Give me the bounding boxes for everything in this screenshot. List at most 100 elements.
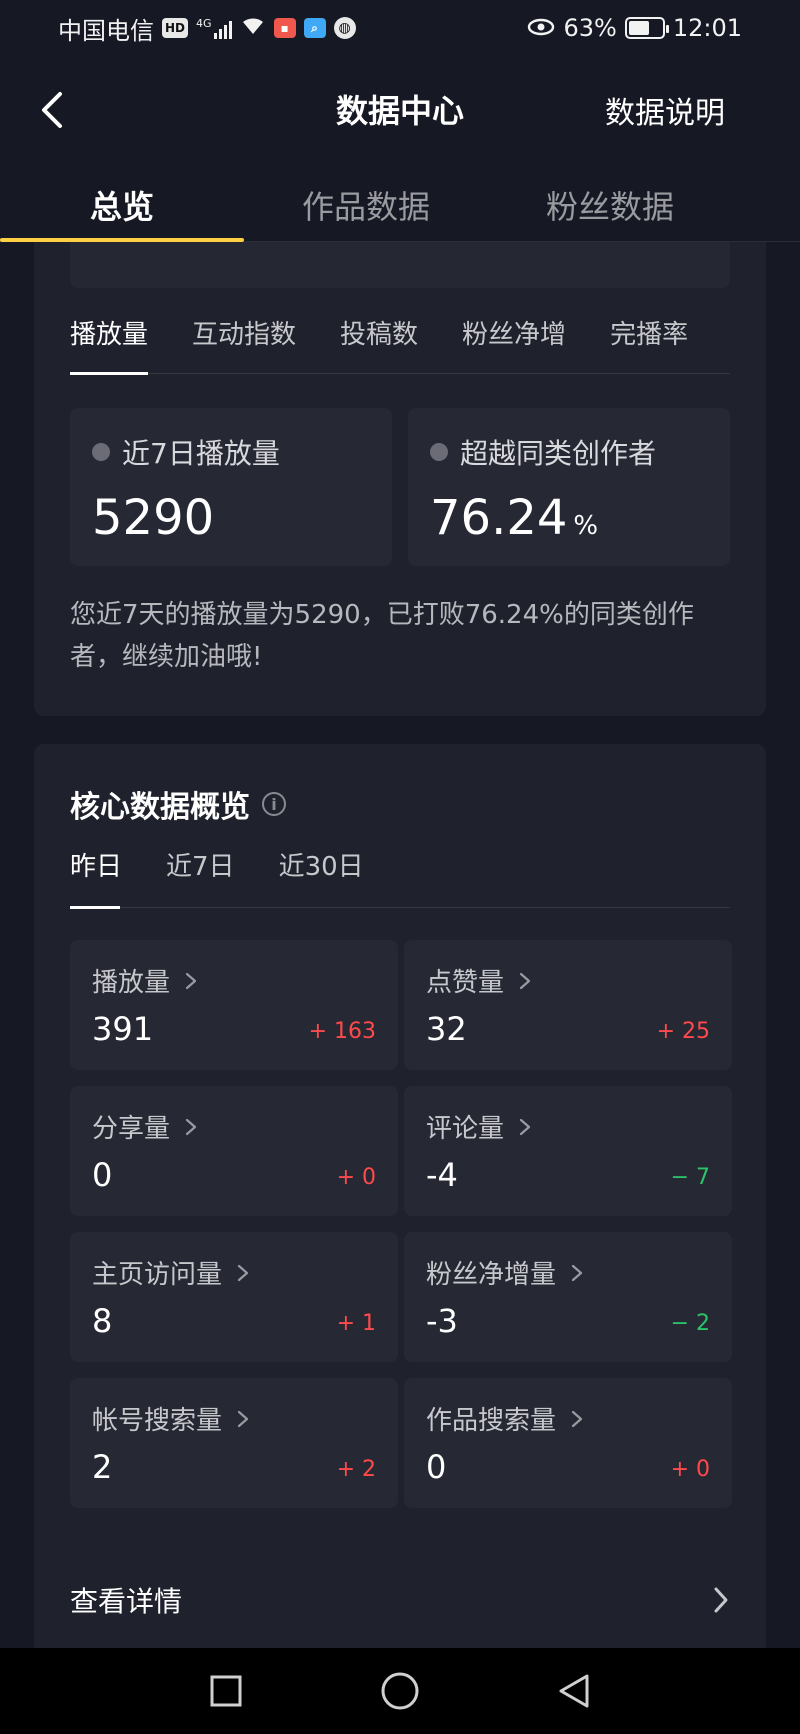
metric-value: 0	[92, 1156, 113, 1194]
core-title-row: 核心数据概览 i	[70, 782, 286, 826]
ball-app-icon: ◍	[333, 17, 356, 39]
metric-value: 32	[426, 1010, 467, 1048]
recents-button[interactable]	[204, 1669, 248, 1713]
summary-text: 您近7天的播放量为5290，已打败76.24%的同类创作者，继续加油哦!	[70, 600, 694, 672]
dot-icon	[430, 443, 448, 461]
chevron-right-icon	[714, 1587, 728, 1613]
metric-cell-label-row: 评论量	[426, 1108, 710, 1145]
period-tab-yesterday[interactable]: 昨日	[70, 846, 122, 909]
metric-tab-completion[interactable]: 完播率	[610, 312, 688, 373]
metric-label: 点赞量	[426, 968, 505, 998]
stat-label-row: 超越同类创作者	[430, 432, 708, 472]
metric-cell-label-row: 作品搜索量	[426, 1400, 710, 1437]
metric-cell-label-row: 点赞量	[426, 962, 710, 999]
clock: 12:01	[672, 14, 742, 42]
carrier-name: 中国电信	[58, 16, 154, 45]
metric-delta: − 2	[670, 1311, 710, 1336]
metric-tab-posts[interactable]: 投稿数	[340, 312, 418, 373]
metric-cell[interactable]: 点赞量 32 + 25	[404, 940, 732, 1070]
info-icon[interactable]: i	[262, 792, 286, 816]
metric-label: 主页访问量	[92, 1260, 223, 1290]
chevron-right-icon	[571, 1264, 583, 1281]
metric-cell[interactable]: 作品搜索量 0 + 0	[404, 1378, 732, 1508]
metric-cell[interactable]: 帐号搜索量 2 + 2	[70, 1378, 398, 1508]
metric-cell-label-row: 分享量	[92, 1108, 376, 1145]
metric-value: 8	[92, 1302, 113, 1340]
square-icon	[210, 1675, 242, 1707]
metric-delta: + 2	[336, 1457, 376, 1482]
core-data-card: 核心数据概览 i 昨日 近7日 近30日 播放量 391 + 163 点赞量 32 + 2…	[34, 744, 766, 1664]
metric-tab-plays[interactable]: 播放量	[70, 312, 149, 375]
stat-value-row: 76.24%	[430, 490, 708, 546]
triangle-back-icon	[559, 1674, 589, 1708]
status-bar: 中国电信 HD 4G ▪ ⌕ ◍ 63% 12:01	[0, 0, 800, 56]
metric-delta: + 0	[670, 1457, 710, 1482]
metric-cell-label-row: 帐号搜索量	[92, 1400, 376, 1437]
view-details-row[interactable]: 查看详情	[70, 1570, 730, 1630]
metric-cell[interactable]: 主页访问量 8 + 1	[70, 1232, 398, 1362]
chevron-right-icon	[185, 972, 197, 989]
metric-delta: + 25	[656, 1019, 710, 1044]
circle-icon	[381, 1672, 419, 1710]
metric-value: 2	[92, 1448, 113, 1486]
network-type: 4G	[196, 17, 212, 30]
search-app-icon: ⌕	[303, 18, 326, 38]
eye-icon	[527, 14, 555, 42]
header: 数据中心 数据说明	[0, 56, 800, 166]
tab-fans-data[interactable]: 粉丝数据	[488, 166, 732, 241]
stat-label: 近7日播放量	[122, 437, 280, 470]
period-tab-7d[interactable]: 近7日	[166, 846, 235, 907]
metric-label: 分享量	[92, 1114, 171, 1144]
metric-cell-label-row: 主页访问量	[92, 1254, 376, 1291]
app-notification-icon: ▪	[273, 18, 296, 38]
overview-card: 播放量 互动指数 投稿数 粉丝净增 完播率 近7日播放量 5290 超越同类创作…	[34, 242, 766, 716]
metric-tab-fans-net[interactable]: 粉丝净增	[462, 312, 566, 373]
stat-box-plays-7d: 近7日播放量 5290	[70, 408, 392, 566]
battery-percent: 63%	[563, 14, 617, 42]
system-navigation-bar	[0, 1648, 800, 1734]
metric-value: 0	[426, 1448, 447, 1486]
metric-label: 播放量	[92, 968, 171, 998]
metric-cell[interactable]: 评论量 -4 − 7	[404, 1086, 732, 1216]
status-bar-right: 63% 12:01	[527, 14, 742, 42]
view-details-label: 查看详情	[70, 1585, 183, 1618]
metric-delta: − 7	[670, 1165, 710, 1190]
collapsed-section	[70, 242, 730, 288]
stat-label: 超越同类创作者	[460, 437, 657, 470]
metric-label: 帐号搜索量	[92, 1406, 223, 1436]
metric-label: 评论量	[426, 1114, 505, 1144]
period-tab-30d[interactable]: 近30日	[279, 846, 364, 907]
tab-works-data[interactable]: 作品数据	[244, 166, 488, 241]
metric-delta: + 1	[336, 1311, 376, 1336]
battery-icon	[624, 17, 669, 39]
metric-cell[interactable]: 粉丝净增量 -3 − 2	[404, 1232, 732, 1362]
metric-delta: + 0	[336, 1165, 376, 1190]
back-button[interactable]	[30, 84, 74, 136]
dot-icon	[92, 443, 110, 461]
hd-badge: HD	[162, 18, 189, 38]
wifi-icon	[240, 14, 266, 42]
data-explanation-link[interactable]: 数据说明	[605, 88, 725, 132]
metric-label: 粉丝净增量	[426, 1260, 557, 1290]
home-button[interactable]	[378, 1669, 422, 1713]
chevron-right-icon	[519, 972, 531, 989]
metric-cell[interactable]: 分享量 0 + 0	[70, 1086, 398, 1216]
stat-box-percentile: 超越同类创作者 76.24%	[408, 408, 730, 566]
page: 中国电信 HD 4G ▪ ⌕ ◍ 63% 12:01 数据中心 数据说明 总览 …	[0, 0, 800, 1734]
metric-tabs: 播放量 互动指数 投稿数 粉丝净增 完播率	[70, 312, 730, 375]
core-metrics-grid: 播放量 391 + 163 点赞量 32 + 25 分享量 0 + 0 评论量 -4 − 7 主页访问量…	[70, 940, 732, 1508]
metric-delta: + 163	[308, 1019, 376, 1044]
stat-label-row: 近7日播放量	[92, 432, 370, 472]
metric-value: -4	[426, 1156, 458, 1194]
back-system-button[interactable]	[552, 1669, 596, 1713]
metric-cell[interactable]: 播放量 391 + 163	[70, 940, 398, 1070]
chevron-right-icon	[237, 1264, 249, 1281]
metric-label: 作品搜索量	[426, 1406, 557, 1436]
top-tabs: 总览 作品数据 粉丝数据	[0, 166, 800, 242]
period-tabs: 昨日 近7日 近30日	[70, 846, 730, 909]
metric-tab-interaction[interactable]: 互动指数	[192, 312, 296, 373]
metric-cell-label-row: 播放量	[92, 962, 376, 999]
section-title: 核心数据概览	[70, 790, 250, 825]
tab-overview[interactable]: 总览	[0, 166, 244, 242]
metric-cell-label-row: 粉丝净增量	[426, 1254, 710, 1291]
